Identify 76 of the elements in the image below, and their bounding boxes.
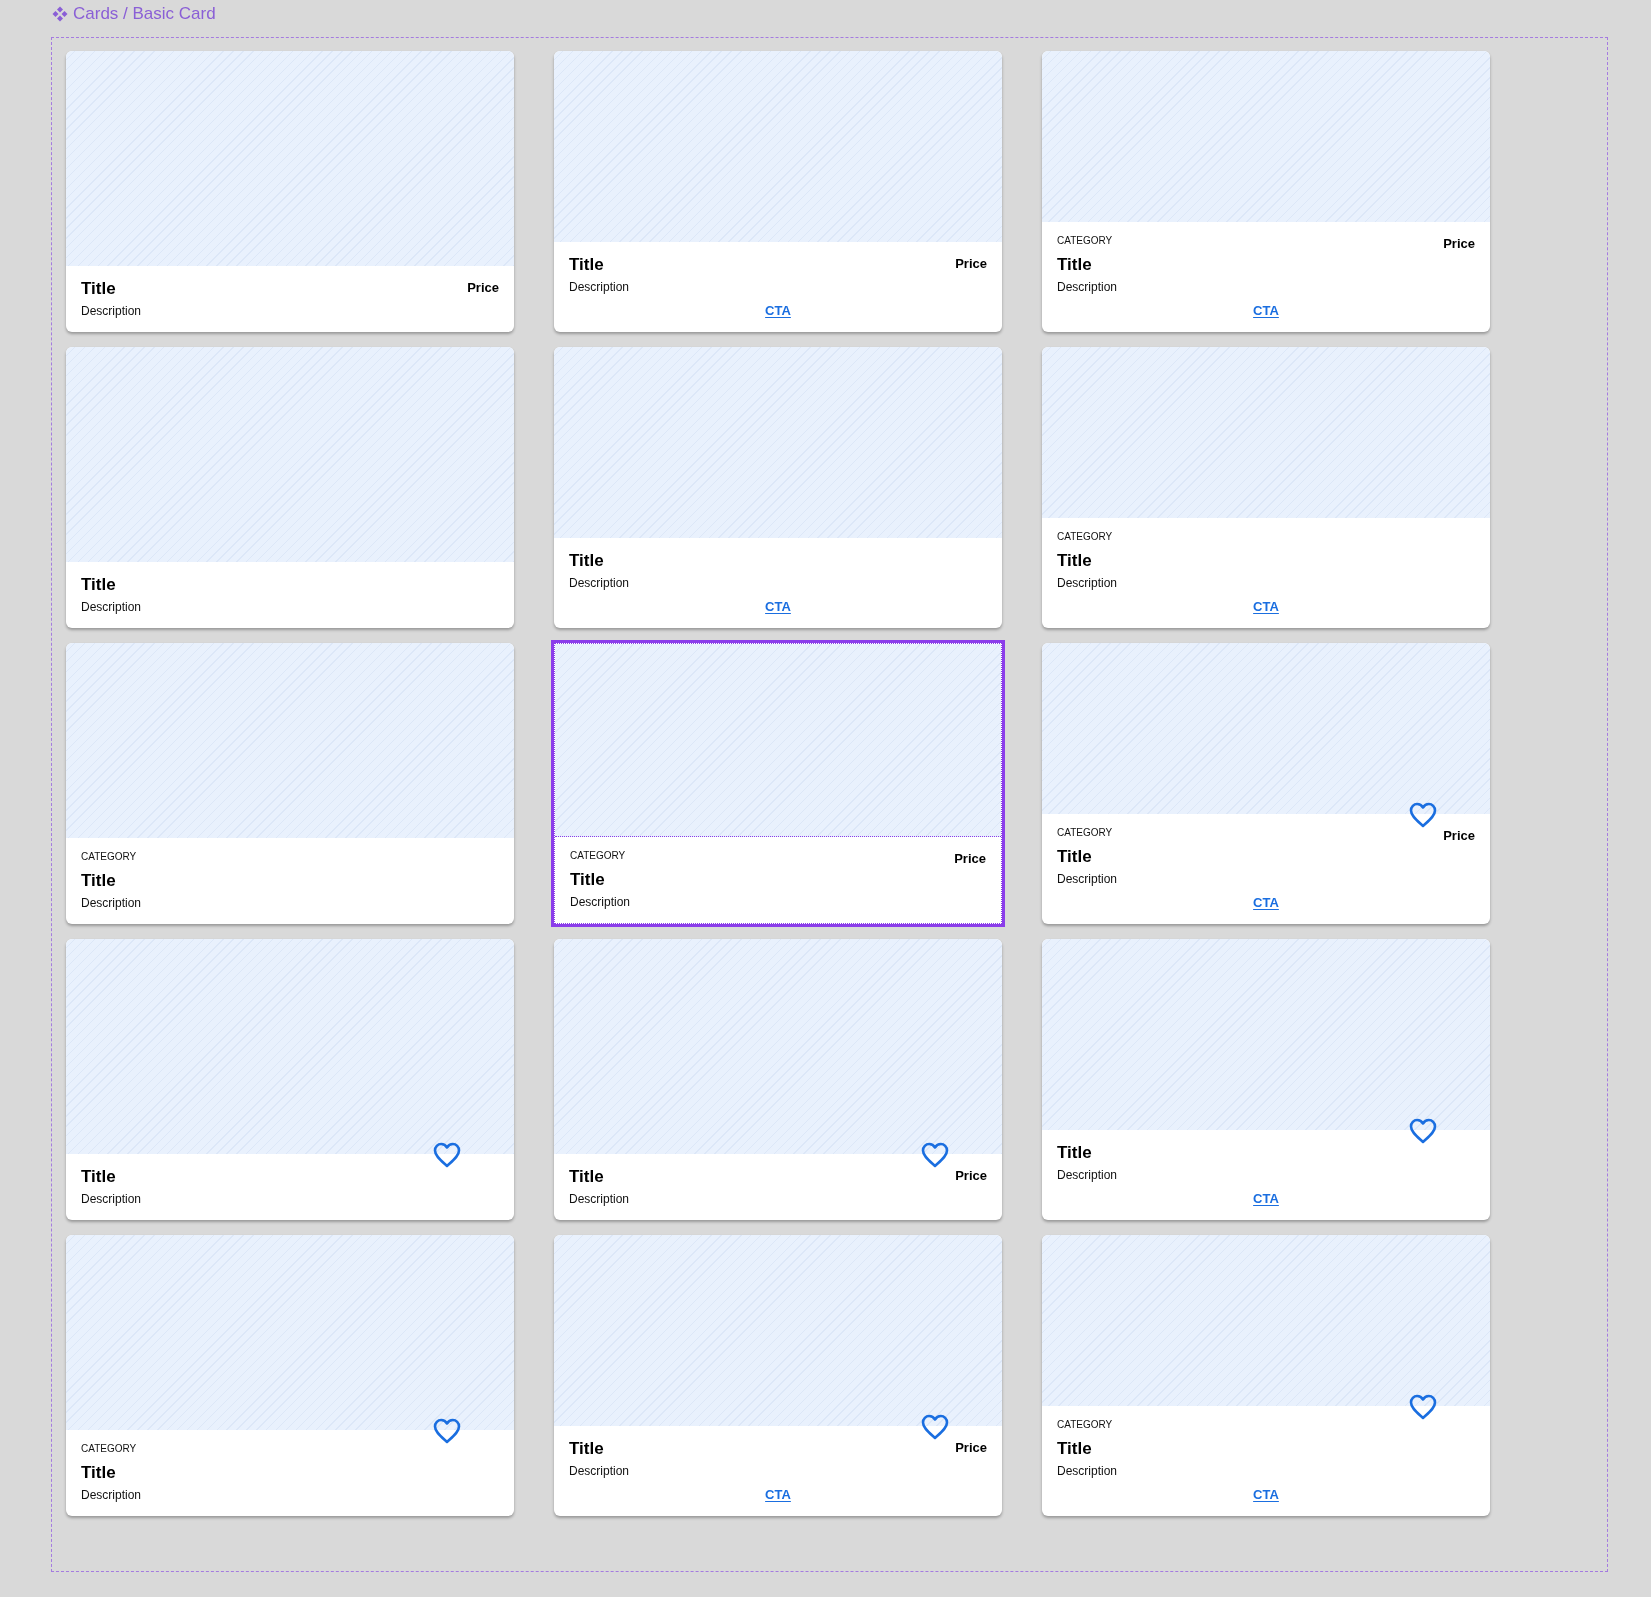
card-title: Title — [1057, 1142, 1092, 1164]
category-label: CATEGORY — [1057, 826, 1113, 840]
card-description: Description — [81, 303, 142, 320]
product-card[interactable]: CATEGORY Title Description — [66, 643, 514, 924]
product-card[interactable]: Title Description Price — [66, 51, 514, 332]
cta-link[interactable]: CTA — [1253, 1190, 1279, 1208]
cta-link[interactable]: CTA — [765, 302, 791, 320]
product-card[interactable]: Title Description Price CTA — [554, 1235, 1002, 1516]
heart-icon[interactable] — [1408, 1117, 1438, 1145]
card-title: Title — [81, 1166, 116, 1188]
product-card[interactable]: CATEGORY Title Description CTA — [1042, 347, 1490, 628]
price-label: Price — [955, 255, 987, 273]
category-label: CATEGORY — [1057, 530, 1113, 544]
price-label: Price — [467, 279, 499, 297]
product-card[interactable]: Title Description — [66, 347, 514, 628]
heart-icon[interactable] — [432, 1141, 462, 1169]
heart-icon[interactable] — [920, 1141, 950, 1169]
heart-icon[interactable] — [920, 1413, 950, 1441]
card-title: Title — [569, 550, 604, 572]
card-title: Title — [569, 254, 604, 276]
heart-icon[interactable] — [432, 1417, 462, 1445]
card-description: Description — [1057, 575, 1118, 592]
price-label: Price — [954, 850, 986, 868]
cta-link[interactable]: CTA — [1253, 302, 1279, 320]
card-title: Title — [1057, 254, 1092, 276]
product-card[interactable]: CATEGORY Title Description Price CTA — [1042, 643, 1490, 924]
card-description: Description — [1057, 1167, 1118, 1184]
product-card[interactable]: Title Description Price — [554, 939, 1002, 1220]
cta-link[interactable]: CTA — [765, 598, 791, 616]
price-label: Price — [955, 1439, 987, 1457]
card-title: Title — [1057, 1438, 1092, 1460]
card-title: Title — [570, 869, 605, 891]
card-description: Description — [81, 895, 142, 912]
card-description: Description — [569, 575, 630, 592]
card-title: Title — [1057, 550, 1092, 572]
price-label: Price — [955, 1167, 987, 1185]
card-description: Description — [81, 599, 142, 616]
cta-link[interactable]: CTA — [765, 1486, 791, 1504]
product-card[interactable]: CATEGORY Title Description Price — [554, 643, 1002, 924]
card-title: Title — [1057, 846, 1092, 868]
card-description: Description — [81, 1191, 142, 1208]
product-card[interactable]: Title Description CTA — [1042, 939, 1490, 1220]
component-icon — [52, 6, 68, 22]
card-description: Description — [569, 1463, 630, 1480]
card-title: Title — [81, 1462, 116, 1484]
category-label: CATEGORY — [1057, 1418, 1113, 1432]
card-description: Description — [81, 1487, 142, 1504]
card-description: Description — [570, 894, 631, 911]
price-label: Price — [1443, 827, 1475, 845]
cta-link[interactable]: CTA — [1253, 598, 1279, 616]
card-description: Description — [1057, 279, 1118, 296]
card-title: Title — [81, 870, 116, 892]
card-title: Title — [569, 1166, 604, 1188]
breadcrumb: Cards / Basic Card — [73, 3, 216, 26]
cta-link[interactable]: CTA — [1253, 894, 1279, 912]
heart-icon[interactable] — [1408, 1393, 1438, 1421]
card-description: Description — [1057, 1463, 1118, 1480]
card-title: Title — [81, 574, 116, 596]
card-description: Description — [1057, 871, 1118, 888]
card-title: Title — [81, 278, 116, 300]
product-card[interactable]: CATEGORY Title Description CTA — [1042, 1235, 1490, 1516]
category-label: CATEGORY — [1057, 234, 1113, 248]
cta-link[interactable]: CTA — [1253, 1486, 1279, 1504]
product-card[interactable]: Title Description — [66, 939, 514, 1220]
product-card[interactable]: Title Description Price CTA — [554, 51, 1002, 332]
card-title: Title — [569, 1438, 604, 1460]
heart-icon[interactable] — [1408, 801, 1438, 829]
price-label: Price — [1443, 235, 1475, 253]
product-card[interactable]: CATEGORY Title Description — [66, 1235, 514, 1516]
category-label: CATEGORY — [81, 850, 137, 864]
card-description: Description — [569, 1191, 630, 1208]
product-card[interactable]: Title Description CTA — [554, 347, 1002, 628]
category-label: CATEGORY — [81, 1442, 137, 1456]
product-card[interactable]: CATEGORY Title Description Price CTA — [1042, 51, 1490, 332]
category-label: CATEGORY — [570, 849, 626, 863]
card-description: Description — [569, 279, 630, 296]
